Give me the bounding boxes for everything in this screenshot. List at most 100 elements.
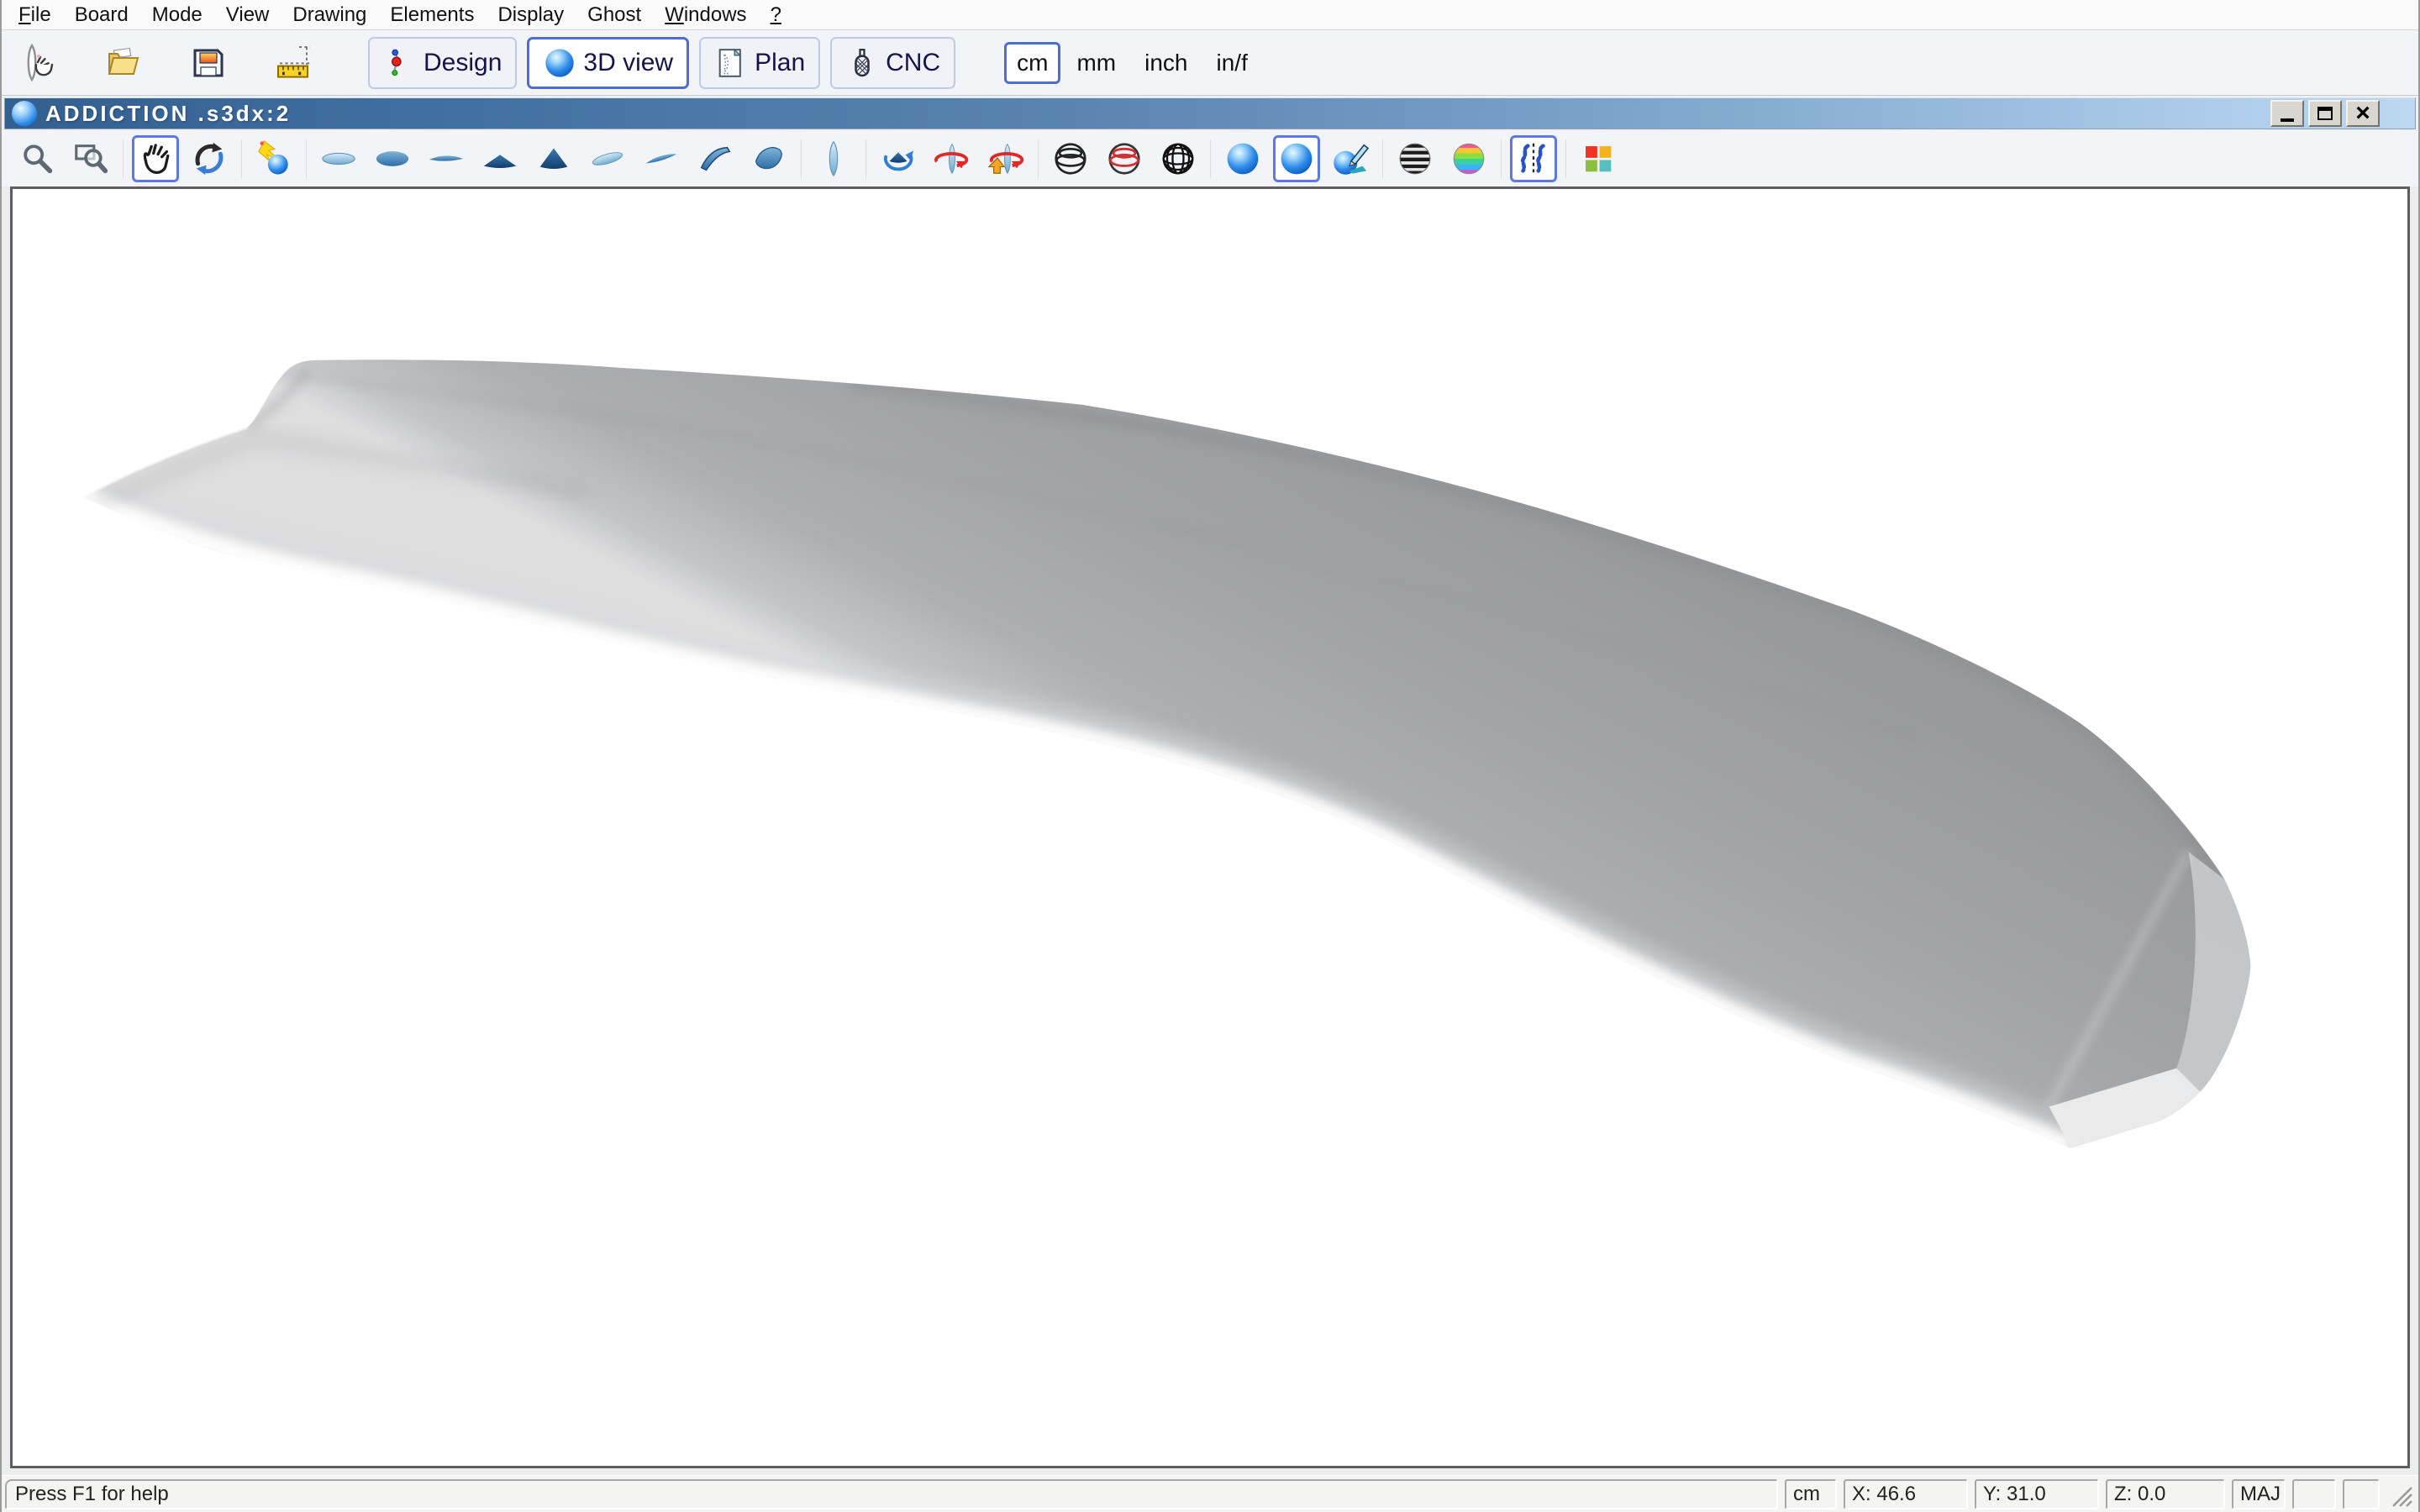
shaded-view-button[interactable] <box>1219 135 1266 182</box>
menu-help[interactable]: ? <box>759 2 793 29</box>
view-bottom-button[interactable] <box>315 135 362 182</box>
unit-in-f[interactable]: in/f <box>1204 42 1260 84</box>
resize-grip[interactable] <box>2386 1479 2415 1509</box>
view-perspective-top-button[interactable] <box>584 135 631 182</box>
new-board-button[interactable] <box>15 39 59 87</box>
3d-viewport[interactable] <box>10 186 2410 1468</box>
view-bottom-icon <box>319 139 358 178</box>
rotate-view-button[interactable] <box>186 135 233 182</box>
view-outline-front-icon <box>814 139 853 178</box>
wireframe-red-view-button[interactable] <box>1101 135 1148 182</box>
3d-view-mode-button[interactable]: 3D view <box>527 37 689 89</box>
close-button[interactable]: × <box>2346 100 2380 127</box>
cnc-mode-button[interactable]: CNC <box>830 37 955 89</box>
render-light-button[interactable] <box>250 135 297 182</box>
wireframe-red-view-icon <box>1105 139 1144 178</box>
color-design-view-button[interactable] <box>1575 135 1622 182</box>
view-perspective-rocker-button[interactable] <box>638 135 685 182</box>
toolbar-group <box>1510 135 1557 182</box>
toolbar-group <box>1392 135 1492 182</box>
save-file-button[interactable] <box>187 39 230 87</box>
view-deck-button[interactable] <box>369 135 416 182</box>
view-nose-button[interactable] <box>530 135 577 182</box>
menu-file[interactable]: File <box>7 2 63 29</box>
surfboard-3d-model <box>13 189 2407 1466</box>
color-design-view-icon <box>1579 139 1618 178</box>
mesh-view-icon <box>1159 139 1197 178</box>
toolbar-group <box>875 135 1029 182</box>
toolbar-group <box>1047 135 1202 182</box>
measurements-button[interactable] <box>272 39 316 87</box>
plan-mode-label: Plan <box>755 49 805 77</box>
status-extra-1 <box>2292 1479 2336 1509</box>
rotate-board-horizontal-button[interactable] <box>929 135 976 182</box>
slice-stripes-view-button[interactable] <box>1392 135 1439 182</box>
painted-view-button[interactable] <box>1327 135 1374 182</box>
menu-display[interactable]: Display <box>486 2 576 29</box>
mesh-view-button[interactable] <box>1155 135 1202 182</box>
plan-doc-icon <box>714 46 748 80</box>
document-title: ADDICTION .s3dx:2 <box>45 101 2270 127</box>
design-nodes-icon <box>383 46 417 80</box>
rotate-board-vertical-button[interactable] <box>982 135 1029 182</box>
new-board-icon <box>17 43 57 83</box>
open-file-button[interactable] <box>101 39 145 87</box>
rotate-board-vertical-icon <box>986 139 1025 178</box>
render-light-icon <box>255 139 293 178</box>
plan-mode-button[interactable]: Plan <box>699 37 820 89</box>
mode-button-group: Design 3D view Plan CNC <box>368 37 955 89</box>
toolbar-group <box>132 135 233 182</box>
menu-elements[interactable]: Elements <box>378 2 486 29</box>
unit-inch[interactable]: inch <box>1132 42 1200 84</box>
toolbar-group <box>1575 135 1622 182</box>
menu-board[interactable]: Board <box>63 2 140 29</box>
view-perspective-deck-icon <box>696 139 734 178</box>
toolbar-separator <box>1210 139 1211 178</box>
status-cursor-z: Z: 0.0 <box>2106 1479 2225 1509</box>
cnc-mode-label: CNC <box>886 49 940 77</box>
restore-button[interactable] <box>2308 100 2342 127</box>
curvature-rainbow-view-icon <box>1449 139 1488 178</box>
menu-view[interactable]: View <box>214 2 281 29</box>
wireframe-view-button[interactable] <box>1047 135 1094 182</box>
status-cursor-y: Y: 31.0 <box>1975 1479 2099 1509</box>
view-perspective-bottom-icon <box>750 139 788 178</box>
unit-cm[interactable]: cm <box>1004 42 1060 84</box>
view-perspective-deck-button[interactable] <box>692 135 739 182</box>
unit-selector: cmmminchin/f <box>1004 42 1260 84</box>
pan-hand-button[interactable] <box>132 135 179 182</box>
shaded-view-icon <box>1223 139 1262 178</box>
view-outline-front-button[interactable] <box>810 135 857 182</box>
unit-mm[interactable]: mm <box>1064 42 1128 84</box>
curvature-rainbow-view-button[interactable] <box>1445 135 1492 182</box>
zoom-window-button[interactable] <box>67 135 114 182</box>
zoom-window-icon <box>71 139 110 178</box>
flow-lines-view-button[interactable] <box>1510 135 1557 182</box>
minimize-icon <box>2281 118 2294 122</box>
toolbar-group <box>13 135 114 182</box>
smooth-shaded-view-button[interactable] <box>1273 135 1320 182</box>
view-deck-icon <box>373 139 412 178</box>
design-mode-button[interactable]: Design <box>368 37 517 89</box>
file-icon-group <box>15 39 316 87</box>
menu-mode[interactable]: Mode <box>140 2 214 29</box>
view-perspective-rocker-icon <box>642 139 681 178</box>
menu-ghost[interactable]: Ghost <box>576 2 653 29</box>
menu-drawing[interactable]: Drawing <box>281 2 378 29</box>
toolbar-group <box>315 135 792 182</box>
view-nose-icon <box>534 139 573 178</box>
flip-board-icon <box>879 139 918 178</box>
view-tail-button[interactable] <box>476 135 523 182</box>
rotate-board-horizontal-icon <box>933 139 971 178</box>
design-mode-label: Design <box>424 49 502 77</box>
minimize-button[interactable] <box>2270 100 2304 127</box>
status-caps-mode: MAJ <box>2232 1479 2286 1509</box>
view-rocker-button[interactable] <box>423 135 470 182</box>
wireframe-view-icon <box>1051 139 1090 178</box>
flip-board-button[interactable] <box>875 135 922 182</box>
app-logo-icon <box>12 101 37 126</box>
menu-windows[interactable]: Windows <box>653 2 758 29</box>
view-perspective-bottom-button[interactable] <box>745 135 792 182</box>
zoom-button[interactable] <box>13 135 60 182</box>
view-rocker-icon <box>427 139 466 178</box>
